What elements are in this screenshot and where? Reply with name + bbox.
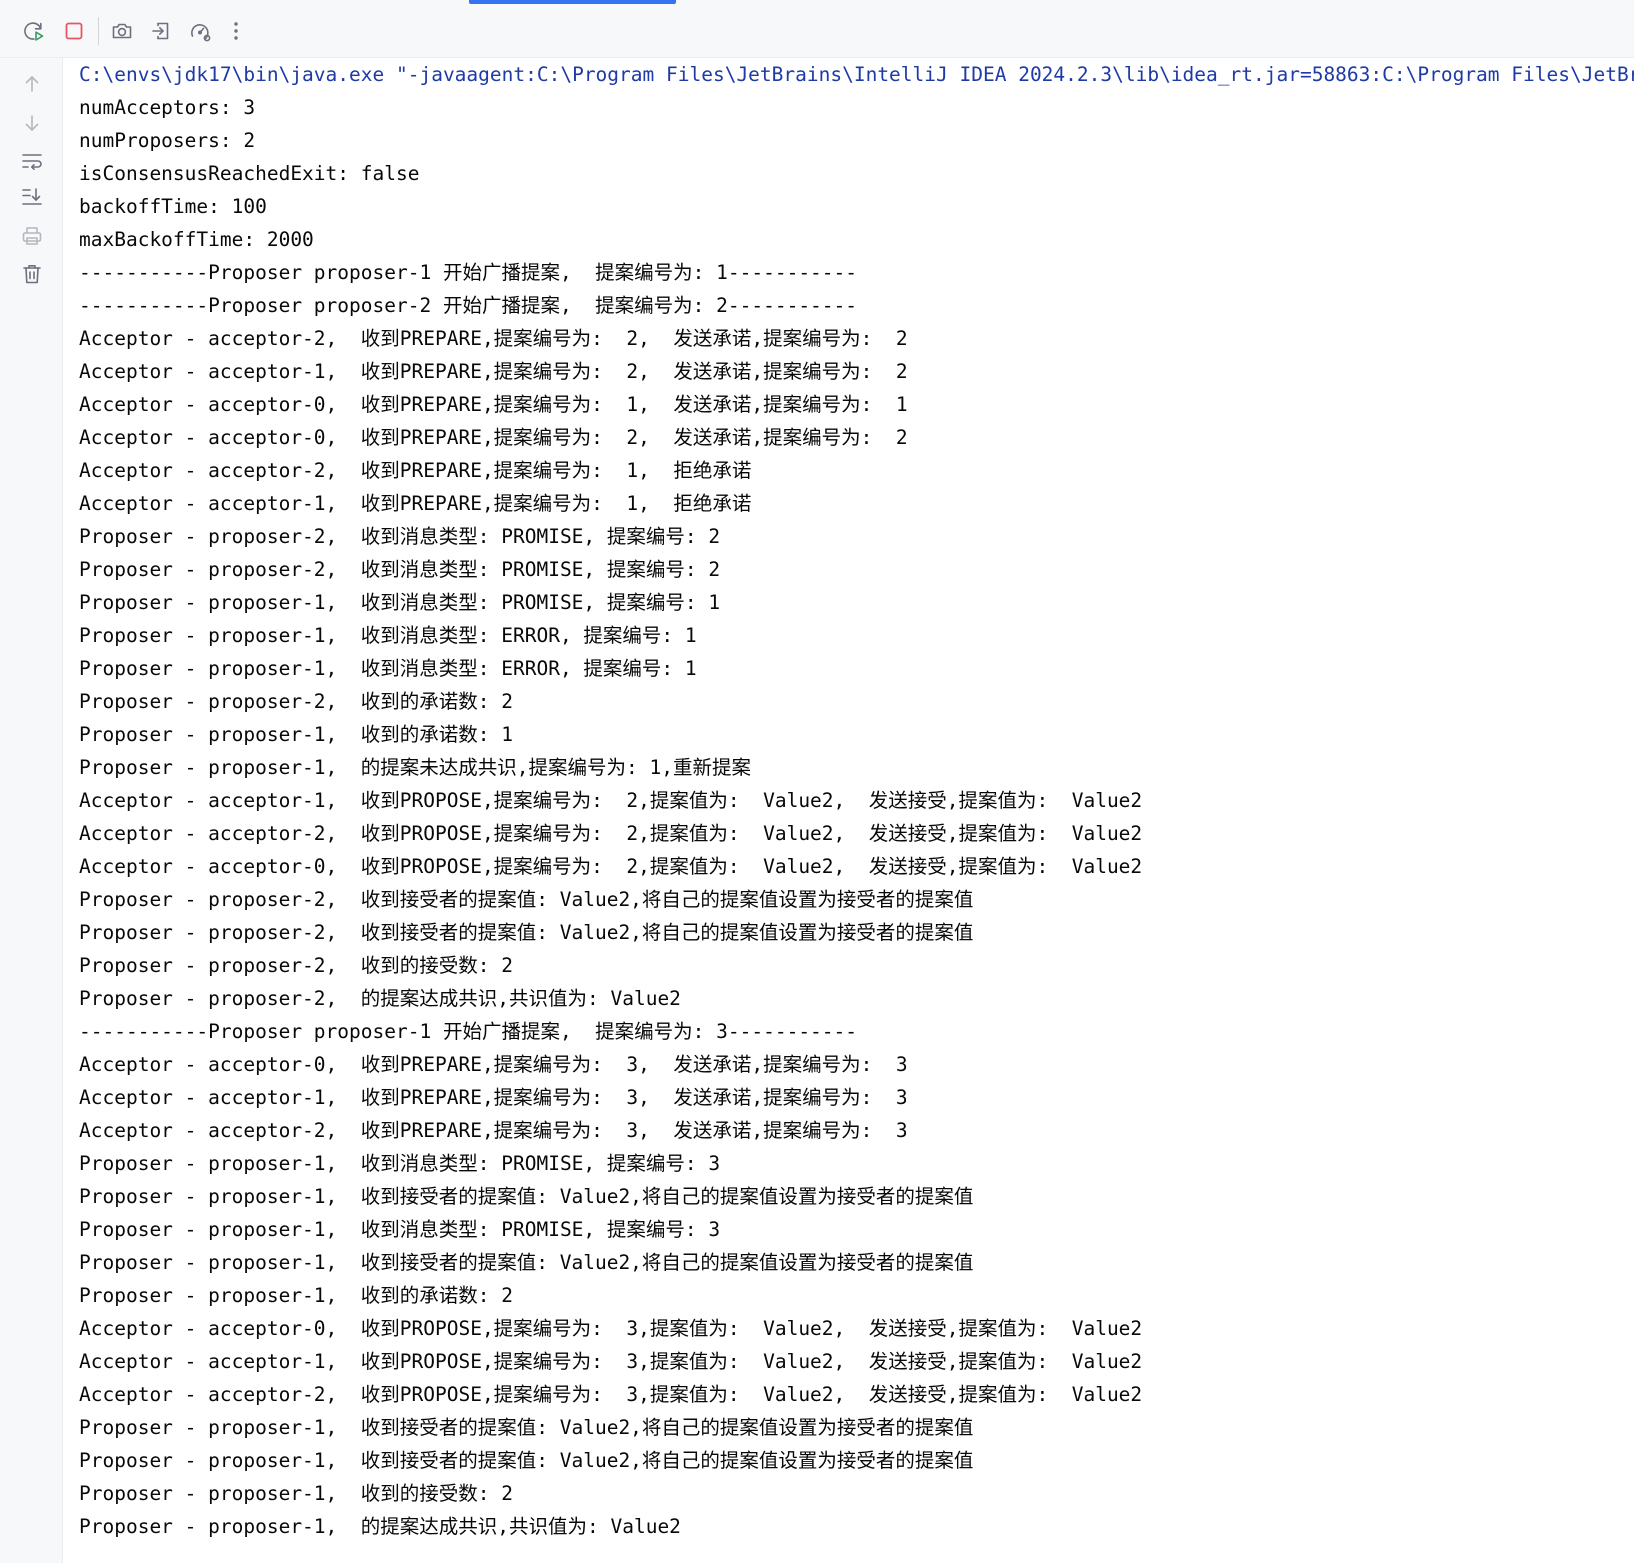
console-line: Acceptor - acceptor-0, 收到PROPOSE,提案编号为: …: [79, 1317, 1143, 1340]
print-button[interactable]: [15, 221, 49, 251]
stop-icon: [62, 19, 86, 43]
arrow-down-icon: [21, 112, 43, 134]
more-options-button[interactable]: [224, 14, 248, 48]
console-line: Proposer - proposer-1, 的提案未达成共识,提案编号为: 1…: [79, 756, 751, 779]
console-line: Proposer - proposer-1, 收到消息类型: PROMISE, …: [79, 1218, 721, 1241]
console-line: Proposer - proposer-2, 收到接受者的提案值: Value2…: [79, 921, 974, 944]
console-line: Acceptor - acceptor-2, 收到PREPARE,提案编号为: …: [79, 459, 752, 482]
scroll-up-button[interactable]: [15, 69, 49, 99]
console-output[interactable]: C:\envs\jdk17\bin\java.exe "-javaagent:C…: [79, 58, 1634, 1563]
console-line: maxBackoffTime: 2000: [79, 228, 314, 251]
console-line: Acceptor - acceptor-2, 收到PROPOSE,提案编号为: …: [79, 1383, 1143, 1406]
console-line: Acceptor - acceptor-1, 收到PREPARE,提案编号为: …: [79, 360, 908, 383]
console-line: Acceptor - acceptor-2, 收到PROPOSE,提案编号为: …: [79, 822, 1143, 845]
console-line: Proposer - proposer-1, 收到接受者的提案值: Value2…: [79, 1185, 974, 1208]
console-line: Proposer - proposer-2, 收到消息类型: PROMISE, …: [79, 558, 721, 581]
login-icon: [149, 19, 173, 43]
console-line: Acceptor - acceptor-1, 收到PROPOSE,提案编号为: …: [79, 1350, 1143, 1373]
console-line: Proposer - proposer-1, 收到接受者的提案值: Value2…: [79, 1251, 974, 1274]
console-line: Proposer - proposer-1, 收到消息类型: ERROR, 提案…: [79, 624, 697, 647]
restore-layout-button[interactable]: [144, 14, 178, 48]
console-line: -----------Proposer proposer-2 开始广播提案, 提…: [79, 294, 858, 317]
console-line: Proposer - proposer-1, 收到消息类型: PROMISE, …: [79, 591, 721, 614]
console-line: Acceptor - acceptor-1, 收到PREPARE,提案编号为: …: [79, 492, 752, 515]
console-line: Acceptor - acceptor-0, 收到PREPARE,提案编号为: …: [79, 1053, 908, 1076]
printer-icon: [20, 225, 44, 247]
rerun-button[interactable]: [17, 14, 51, 48]
console-line: Proposer - proposer-1, 收到的承诺数: 2: [79, 1284, 513, 1307]
console-line: Proposer - proposer-2, 收到接受者的提案值: Value2…: [79, 888, 974, 911]
console-line: Acceptor - acceptor-2, 收到PREPARE,提案编号为: …: [79, 327, 908, 350]
console-line: Acceptor - acceptor-1, 收到PROPOSE,提案编号为: …: [79, 789, 1143, 812]
console-side-toolbar: [0, 58, 63, 1563]
stop-button[interactable]: [57, 14, 91, 48]
soft-wrap-button[interactable]: [15, 146, 49, 176]
run-toolbar: [0, 0, 1634, 58]
console-line: Proposer - proposer-2, 收到消息类型: PROMISE, …: [79, 525, 721, 548]
console-line: Proposer - proposer-1, 收到消息类型: PROMISE, …: [79, 1152, 721, 1175]
console-line: Proposer - proposer-1, 的提案达成共识,共识值为: Val…: [79, 1515, 681, 1538]
console-line: Acceptor - acceptor-0, 收到PREPARE,提案编号为: …: [79, 393, 908, 416]
toolbar-separator: [98, 17, 99, 45]
scroll-to-end-button[interactable]: [15, 182, 49, 212]
console-line: numAcceptors: 3: [79, 96, 256, 119]
console-line: numProposers: 2: [79, 129, 256, 152]
console-line: -----------Proposer proposer-1 开始广播提案, 提…: [79, 261, 858, 284]
arrow-up-icon: [21, 73, 43, 95]
screenshot-button[interactable]: [105, 14, 139, 48]
console-line: Proposer - proposer-1, 收到的承诺数: 1: [79, 723, 513, 746]
console-line: Proposer - proposer-1, 收到消息类型: ERROR, 提案…: [79, 657, 697, 680]
console-line: Proposer - proposer-1, 收到的接受数: 2: [79, 1482, 513, 1505]
console-line: Proposer - proposer-2, 的提案达成共识,共识值为: Val…: [79, 987, 681, 1010]
console-line: isConsensusReachedExit: false: [79, 162, 420, 185]
more-vertical-icon: [232, 19, 240, 43]
console-line: Proposer - proposer-2, 收到的接受数: 2: [79, 954, 513, 977]
profiler-button[interactable]: [183, 14, 217, 48]
clear-all-button[interactable]: [15, 259, 49, 289]
camera-icon: [110, 19, 134, 43]
console-line: -----------Proposer proposer-1 开始广播提案, 提…: [79, 1020, 858, 1043]
console-line: Acceptor - acceptor-0, 收到PROPOSE,提案编号为: …: [79, 855, 1143, 878]
scroll-down-button[interactable]: [15, 108, 49, 138]
soft-wrap-icon: [20, 150, 44, 172]
active-tab-indicator: [469, 0, 676, 4]
scroll-to-end-icon: [20, 186, 44, 208]
console-line: backoffTime: 100: [79, 195, 267, 218]
console-line: Proposer - proposer-1, 收到接受者的提案值: Value2…: [79, 1449, 974, 1472]
console-line: Proposer - proposer-1, 收到接受者的提案值: Value2…: [79, 1416, 974, 1439]
console-line: Acceptor - acceptor-1, 收到PREPARE,提案编号为: …: [79, 1086, 908, 1109]
console-command-line: C:\envs\jdk17\bin\java.exe "-javaagent:C…: [79, 63, 1634, 86]
console-line: Proposer - proposer-2, 收到的承诺数: 2: [79, 690, 513, 713]
console-line: Acceptor - acceptor-2, 收到PREPARE,提案编号为: …: [79, 1119, 908, 1142]
trash-icon: [20, 262, 44, 286]
console-line: Acceptor - acceptor-0, 收到PREPARE,提案编号为: …: [79, 426, 908, 449]
rerun-icon: [22, 19, 46, 43]
gauge-icon: [188, 19, 212, 43]
